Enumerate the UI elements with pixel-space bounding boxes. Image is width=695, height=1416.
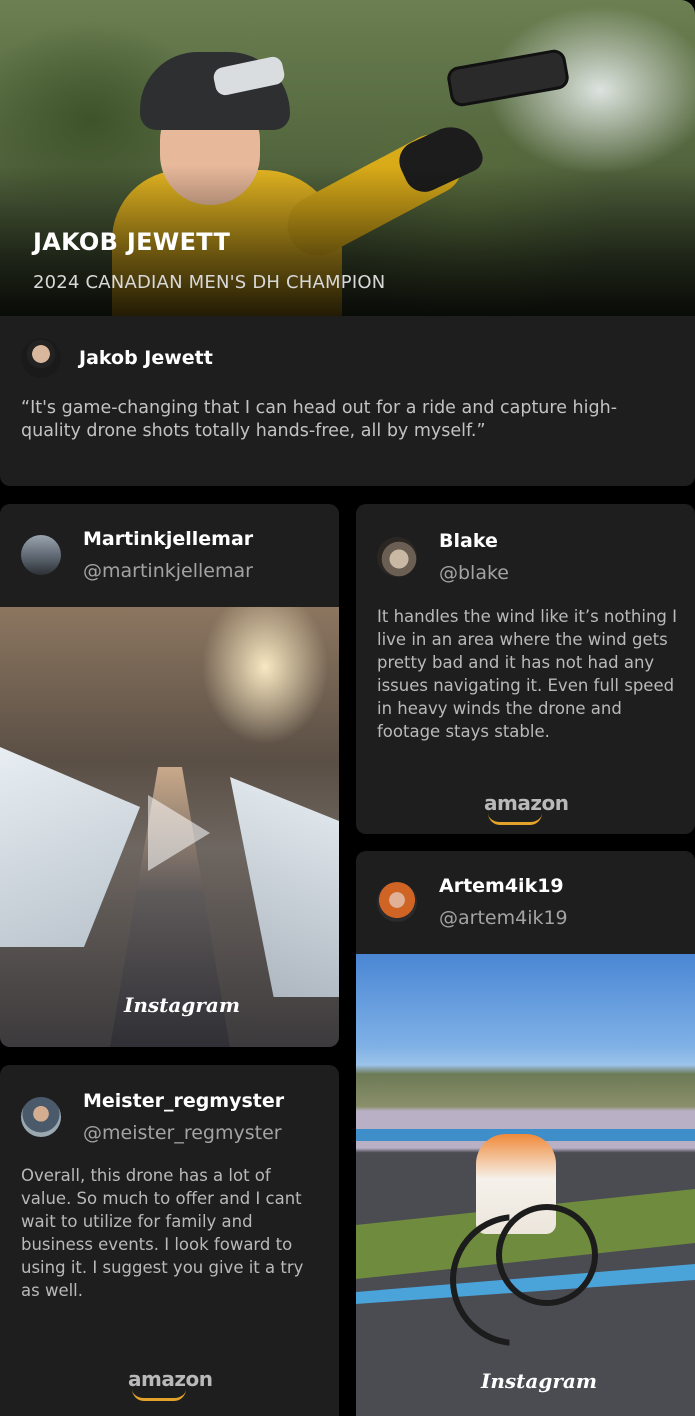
avatar — [21, 1097, 61, 1137]
testimonial-jakob: Jakob Jewett “It's game-changing that I … — [0, 316, 695, 486]
user-handle: @blake — [439, 562, 509, 584]
testimonial-martinkjellemar: Martinkjellemar @martinkjellemar Instagr… — [0, 504, 339, 1047]
user-name: Blake — [439, 530, 498, 552]
hero-subtitle: 2024 CANADIAN MEN'S DH CHAMPION — [33, 272, 386, 293]
user-name: Artem4ik19 — [439, 875, 564, 897]
testimonial-blake: Blake @blake It handles the wind like it… — [356, 504, 695, 834]
hero-name: JAKOB JEWETT — [33, 228, 231, 256]
user-handle: @meister_regmyster — [83, 1122, 282, 1144]
review-text: Overall, this drone has a lot of value. … — [21, 1166, 304, 1300]
user-name: Jakob Jewett — [79, 347, 213, 369]
video-thumbnail[interactable]: Instagram — [0, 607, 339, 1047]
amazon-logo: amazon — [484, 791, 569, 825]
testimonial-artem4ik19: Artem4ik19 @artem4ik19 Instagram — [356, 851, 695, 1416]
review-text: It handles the wind like it’s nothing I … — [377, 607, 678, 741]
avatar — [21, 535, 61, 575]
testimonial-meister-regmyster: Meister_regmyster @meister_regmyster Ove… — [0, 1065, 339, 1416]
hero-drone — [445, 47, 571, 109]
user-handle: @martinkjellemar — [83, 560, 253, 582]
user-handle: @artem4ik19 — [439, 907, 568, 929]
hero-banner: JAKOB JEWETT 2024 CANADIAN MEN'S DH CHAM… — [0, 0, 695, 316]
instagram-logo: Instagram — [481, 1369, 597, 1393]
amazon-logo: amazon — [128, 1367, 213, 1401]
user-name: Martinkjellemar — [83, 528, 254, 550]
user-name: Meister_regmyster — [83, 1090, 285, 1112]
play-icon[interactable] — [148, 795, 210, 871]
video-thumbnail[interactable]: Instagram — [356, 954, 695, 1416]
quote-text: “It's game-changing that I can head out … — [21, 398, 618, 441]
instagram-logo: Instagram — [124, 993, 240, 1017]
avatar — [377, 882, 417, 922]
avatar — [377, 537, 417, 577]
avatar — [21, 338, 61, 378]
